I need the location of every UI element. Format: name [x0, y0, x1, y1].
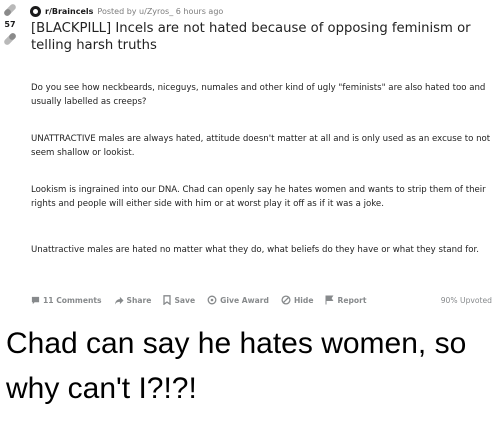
share-button[interactable]: Share [114, 295, 152, 305]
share-label: Share [126, 295, 152, 305]
upvote-ratio: 90% Upvoted [440, 296, 492, 305]
post-paragraph: Do you see how neckbeards, niceguys, num… [31, 83, 486, 107]
hide-icon [281, 295, 291, 305]
post-paragraph: Unattractive males are hated no matter w… [31, 245, 479, 255]
vote-count: 57 [4, 20, 16, 29]
report-label: Report [337, 295, 367, 305]
posted-by-user[interactable]: Posted by u/Zyros_ [97, 7, 173, 16]
post-time: 6 hours ago [175, 6, 224, 16]
save-button[interactable]: Save [163, 295, 195, 305]
downvote-pill-icon[interactable] [2, 31, 18, 47]
subreddit-link[interactable]: r/Braincels [45, 7, 93, 16]
share-icon [114, 296, 124, 305]
hide-button[interactable]: Hide [281, 295, 314, 305]
bookmark-icon [163, 295, 172, 305]
post-paragraph: Lookism is ingrained into our DNA. Chad … [31, 185, 486, 209]
meme-caption: Chad can say he hates women, so why can'… [6, 327, 467, 405]
post-meta: r/Braincels Posted by u/Zyros_ 6 hours a… [30, 4, 223, 18]
give-award-label: Give Award [220, 295, 269, 305]
report-button[interactable]: Report [325, 295, 367, 305]
post-paragraph: UNATTRACTIVE males are always hated, att… [31, 134, 491, 158]
flag-icon [325, 295, 334, 305]
comments-label: 11 Comments [43, 295, 102, 305]
give-award-button[interactable]: Give Award [207, 295, 269, 305]
award-icon [207, 295, 217, 305]
comments-button[interactable]: 11 Comments [31, 296, 102, 305]
subreddit-icon[interactable] [30, 5, 41, 17]
posted-by: Posted by u/Zyros_ 6 hours ago [97, 7, 223, 16]
hide-label: Hide [293, 295, 314, 305]
upvote-pill-icon[interactable] [2, 2, 18, 18]
post-actions: 11 Comments Share Save Give Award Hide R… [31, 293, 491, 307]
post-title[interactable]: [BLACKPILL] Incels are not hated because… [31, 20, 486, 54]
comment-icon [31, 296, 40, 304]
save-label: Save [174, 295, 196, 305]
